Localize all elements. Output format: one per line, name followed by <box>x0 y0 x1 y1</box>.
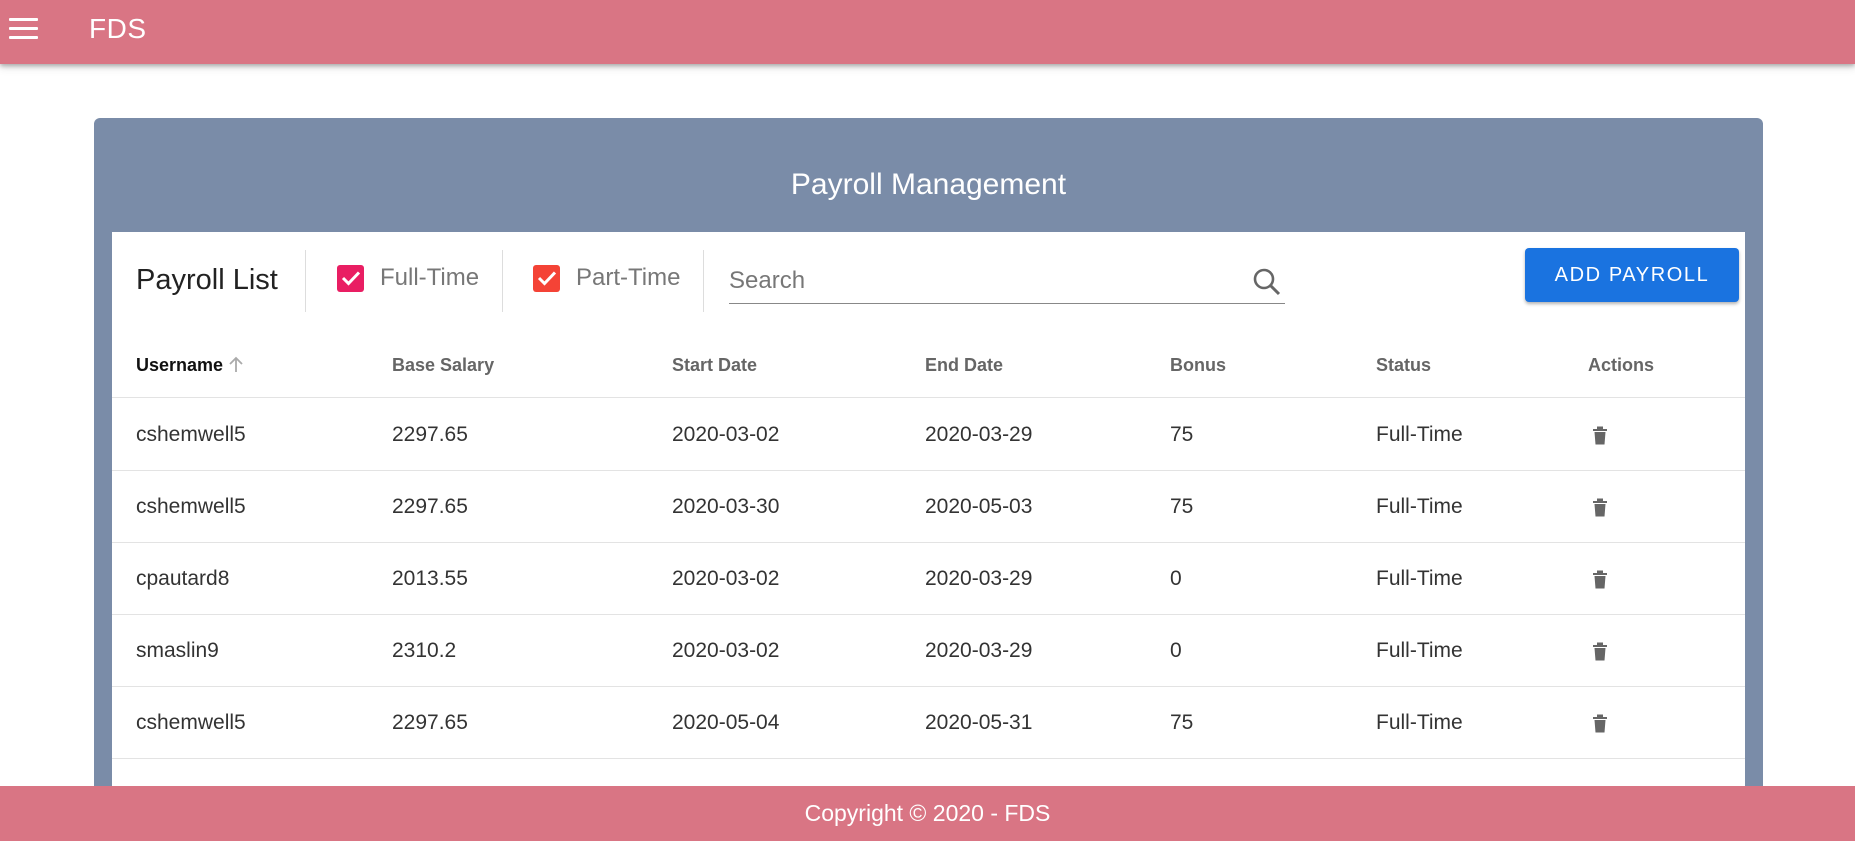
cell-end-date: 2020-05-03 <box>925 495 1033 518</box>
column-header-label: Username <box>136 354 224 375</box>
cell-start-date: 2020-03-02 <box>672 639 780 662</box>
cell-bonus: 0 <box>1170 567 1182 590</box>
divider <box>703 250 704 312</box>
app-bar: FDS <box>0 0 1855 64</box>
cell-actions <box>1586 543 1614 615</box>
cell-base-salary: 2013.55 <box>392 567 468 590</box>
cell-bonus: 75 <box>1170 711 1194 734</box>
hamburger-icon <box>8 17 38 39</box>
app-title: FDS <box>89 13 147 44</box>
search-input[interactable] <box>729 260 1229 302</box>
column-header-actions: Actions <box>1588 332 1654 398</box>
delete-icon[interactable] <box>1586 493 1614 521</box>
list-title: Payroll List <box>136 264 278 296</box>
cell-start-date: 2020-05-04 <box>672 711 780 734</box>
table-row: cpautard8 2013.55 2020-03-02 2020-03-29 … <box>112 543 1745 615</box>
table-row: cshemwell5 2297.65 2020-05-04 2020-05-31… <box>112 687 1745 759</box>
column-header-label: Start Date <box>672 354 758 375</box>
cell-status: Full-Time <box>1376 711 1463 734</box>
cell-actions <box>1586 687 1614 759</box>
toolbar: Payroll List Full-Time Part-Time Search … <box>112 232 1745 332</box>
filter-part-time-label: Part-Time <box>576 264 681 291</box>
column-header-end-date[interactable]: End Date <box>925 332 1003 398</box>
menu-button[interactable] <box>0 0 46 56</box>
cell-end-date: 2020-03-29 <box>925 423 1033 446</box>
delete-icon[interactable] <box>1586 565 1614 593</box>
cell-status: Full-Time <box>1376 567 1463 590</box>
add-payroll-button[interactable]: ADD PAYROLL <box>1525 248 1739 302</box>
column-header-label: Bonus <box>1170 354 1226 375</box>
payroll-panel: Payroll List Full-Time Part-Time Search … <box>112 232 1745 832</box>
cell-end-date: 2020-03-29 <box>925 639 1033 662</box>
copyright-text: Copyright © 2020 - FDS <box>804 800 1051 826</box>
column-header-start-date[interactable]: Start Date <box>672 332 757 398</box>
filter-part-time[interactable]: Part-Time <box>533 264 680 292</box>
cell-end-date: 2020-03-29 <box>925 567 1033 590</box>
column-header-status[interactable]: Status <box>1376 332 1431 398</box>
cell-start-date: 2020-03-02 <box>672 423 780 446</box>
column-header-label: Actions <box>1588 354 1655 375</box>
cell-base-salary: 2297.65 <box>392 711 468 734</box>
cell-start-date: 2020-03-30 <box>672 495 780 518</box>
filter-full-time[interactable]: Full-Time <box>337 264 479 292</box>
cell-status: Full-Time <box>1376 639 1463 662</box>
checkbox-checked-icon[interactable] <box>533 264 560 292</box>
table-row: cshemwell5 2297.65 2020-03-02 2020-03-29… <box>112 399 1745 471</box>
checkbox-checked-icon[interactable] <box>337 264 364 292</box>
column-header-label: Base Salary <box>392 354 495 375</box>
delete-icon[interactable] <box>1586 709 1614 737</box>
cell-base-salary: 2310.2 <box>392 639 457 662</box>
payroll-card: Payroll Management Payroll List Full-Tim… <box>94 118 1763 832</box>
search-field <box>729 260 1285 304</box>
cell-start-date: 2020-03-02 <box>672 567 780 590</box>
cell-bonus: 0 <box>1170 639 1182 662</box>
divider <box>502 250 503 312</box>
cell-actions <box>1586 615 1614 687</box>
delete-icon[interactable] <box>1586 637 1614 665</box>
table-row: smaslin9 2310.2 2020-03-02 2020-03-29 0 … <box>112 615 1745 687</box>
divider <box>305 250 306 312</box>
cell-status: Full-Time <box>1376 495 1463 518</box>
column-header-label: End Date <box>925 354 1004 375</box>
filter-full-time-label: Full-Time <box>380 264 480 291</box>
delete-icon[interactable] <box>1586 421 1614 449</box>
table-header: Username Base Salary Start Date End Date… <box>112 332 1745 398</box>
cell-bonus: 75 <box>1170 495 1194 518</box>
column-header-username[interactable]: Username <box>136 332 245 398</box>
cell-username: cpautard8 <box>136 567 230 590</box>
column-header-base-salary[interactable]: Base Salary <box>392 332 494 398</box>
cell-actions <box>1586 471 1614 543</box>
column-header-label: Status <box>1376 354 1432 375</box>
column-header-bonus[interactable]: Bonus <box>1170 332 1226 398</box>
page-title: Payroll Management <box>790 168 1067 201</box>
sort-ascending-icon[interactable] <box>227 356 245 374</box>
cell-base-salary: 2297.65 <box>392 495 468 518</box>
cell-base-salary: 2297.65 <box>392 423 468 446</box>
table-row: cshemwell5 2297.65 2020-03-30 2020-05-03… <box>112 471 1745 543</box>
cell-username: cshemwell5 <box>136 423 246 446</box>
cell-end-date: 2020-05-31 <box>925 711 1033 734</box>
search-icon[interactable] <box>1251 266 1283 298</box>
cell-username: smaslin9 <box>136 639 219 662</box>
cell-bonus: 75 <box>1170 423 1194 446</box>
cell-actions <box>1586 399 1614 471</box>
cell-username: cshemwell5 <box>136 711 246 734</box>
cell-username: cshemwell5 <box>136 495 246 518</box>
cell-status: Full-Time <box>1376 423 1463 446</box>
footer: Copyright © 2020 - FDS <box>0 786 1855 841</box>
